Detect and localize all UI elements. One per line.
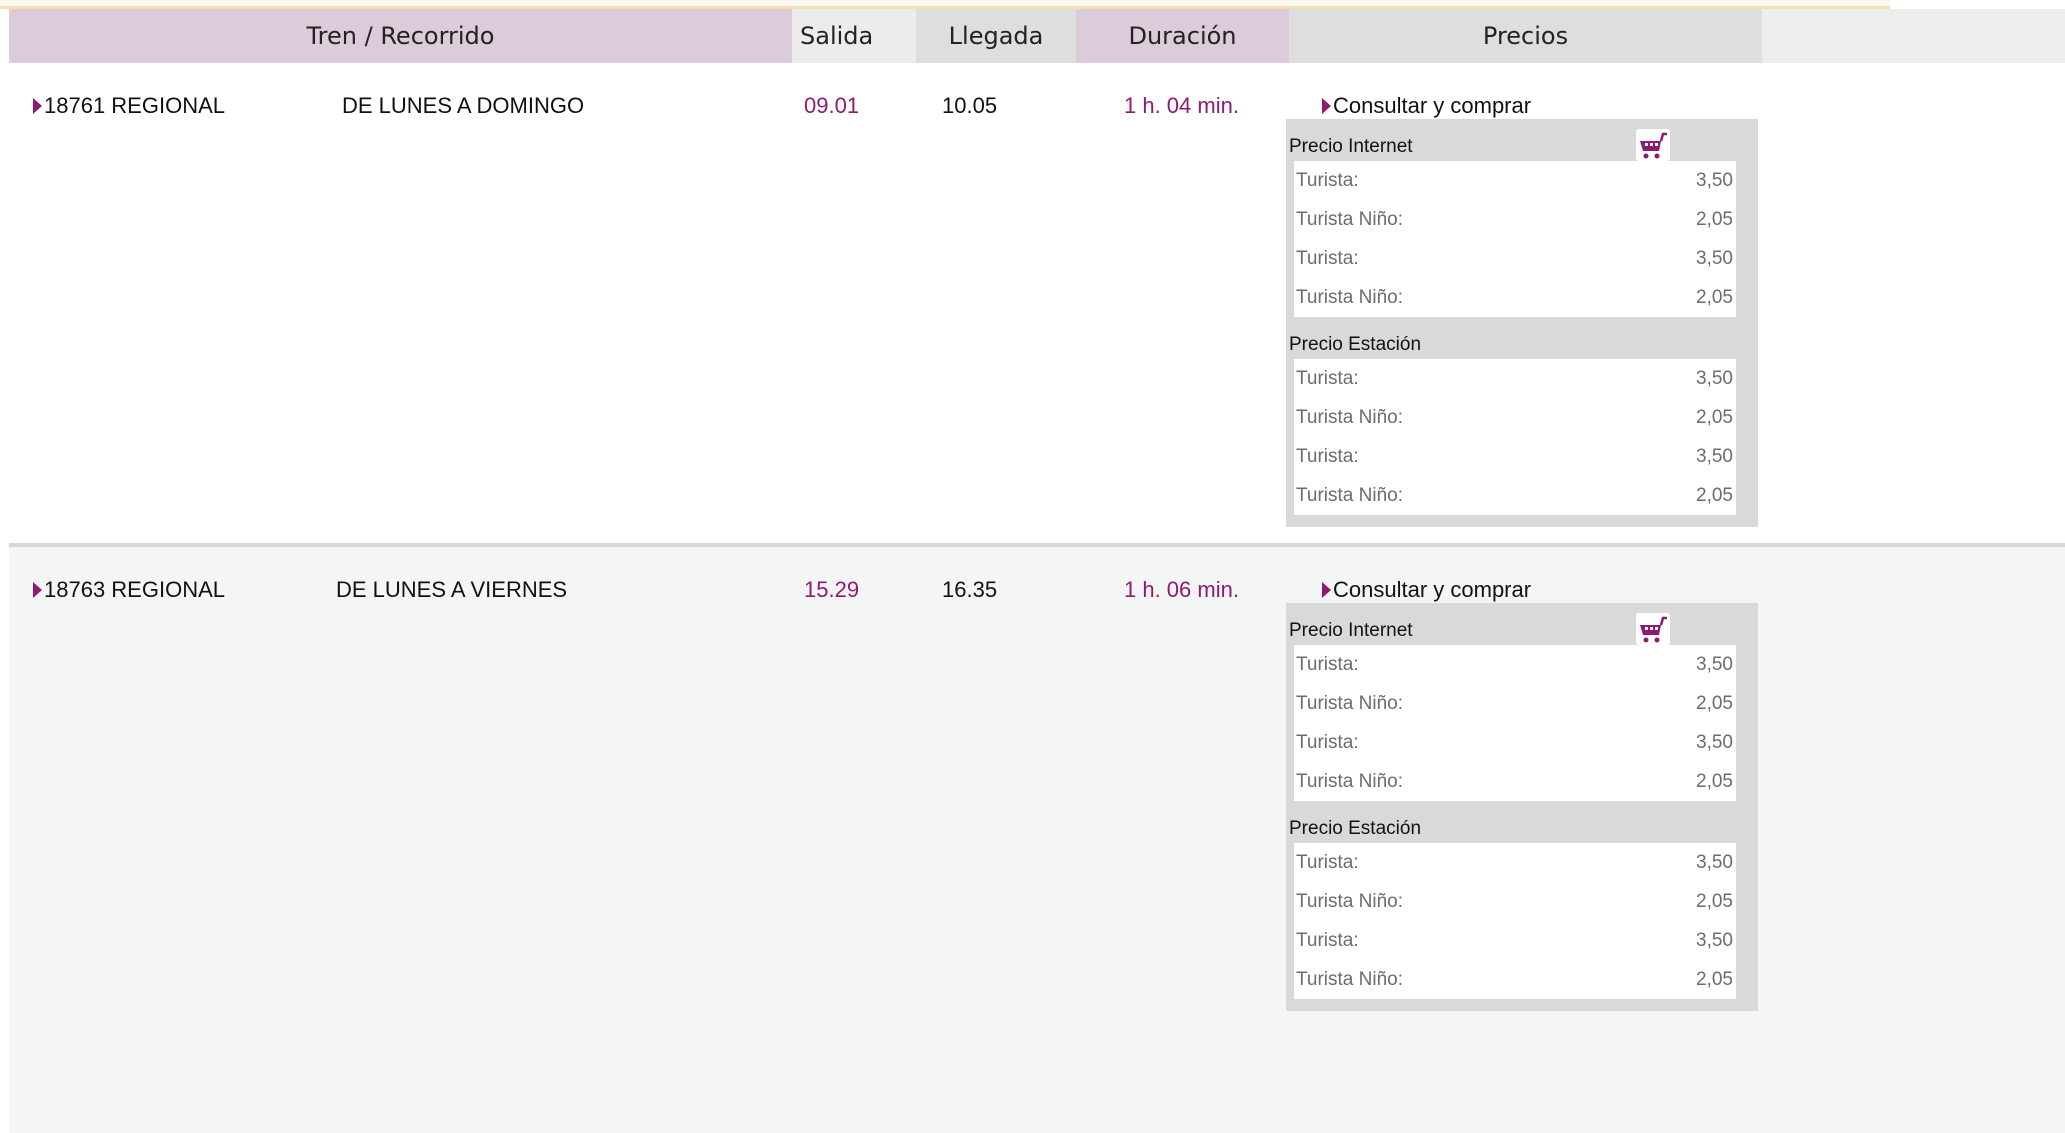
price-row: Turista Niño: 2,05 [1296,890,1733,912]
price-row: Turista: 3,50 [1296,929,1733,951]
arrival-time: 10.05 [942,93,998,118]
price-row: Turista: 3,50 [1296,247,1733,269]
price-row: Turista Niño: 2,05 [1296,692,1733,714]
buy-link[interactable]: Consultar y comprar [1322,577,1531,603]
price-panel: Precio Internet Turista: 3,50 Turista Niñ… [1286,119,1758,527]
train-row: 18763 REGIONAL DE LUNES A VIERNES 15.29 … [9,547,2065,1133]
internet-price-table: Turista: 3,50 Turista Niño: 2,05 Turista: 3… [1294,645,1736,801]
price-row: Turista Niño: 2,05 [1296,286,1733,308]
buy-link[interactable]: Consultar y comprar [1322,93,1531,119]
header-precios: Precios [1289,9,1762,63]
price-row: Turista: 3,50 [1296,851,1733,873]
station-price-title: Precio Estación [1289,818,1422,839]
departure-time: 09.01 [804,93,860,118]
shopping-cart-icon[interactable] [1636,129,1670,161]
price-row: Turista Niño: 2,05 [1296,208,1733,230]
price-row: Turista: 3,50 [1296,731,1733,753]
price-row: Turista: 3,50 [1296,169,1733,191]
price-row: Turista Niño: 2,05 [1296,770,1733,792]
triangle-right-icon [33,582,42,598]
price-row: Turista Niño: 2,05 [1296,484,1733,506]
station-price-title: Precio Estación [1289,334,1422,355]
internet-price-table: Turista: 3,50 Turista Niño: 2,05 Turista: 3… [1294,161,1736,317]
header-spacer [1762,9,2065,63]
header-salida: Salida [792,9,916,63]
header-duracion: Duración [1076,9,1289,63]
shopping-cart-icon[interactable] [1636,613,1670,645]
station-price-table: Turista: 3,50 Turista Niño: 2,05 Turista: 3… [1294,843,1736,999]
price-row: Turista Niño: 2,05 [1296,406,1733,428]
trip-duration: 1 h. 06 min. [1124,577,1239,602]
train-number[interactable]: 18761 REGIONAL [33,93,225,119]
arrival-time: 16.35 [942,577,998,602]
internet-price-title: Precio Internet [1286,603,1737,645]
header-llegada: Llegada [916,9,1076,63]
trip-duration: 1 h. 04 min. [1124,93,1239,118]
internet-price-title: Precio Internet [1286,119,1737,161]
timetable-results: Tren / Recorrido Salida Llegada Duración… [9,9,2065,1133]
price-row: Turista: 3,50 [1296,653,1733,675]
train-days: DE LUNES A VIERNES [336,577,568,602]
departure-time: 15.29 [804,577,860,602]
header-tren-recorrido: Tren / Recorrido [9,9,792,63]
train-row: 18761 REGIONAL DE LUNES A DOMINGO 09.01 … [9,63,2065,543]
top-notice-strip [0,0,1890,9]
price-row: Turista Niño: 2,05 [1296,968,1733,990]
price-row: Turista: 3,50 [1296,445,1733,467]
train-number[interactable]: 18763 REGIONAL [33,577,225,603]
triangle-right-icon [33,98,42,114]
train-days: DE LUNES A DOMINGO [342,93,585,118]
triangle-right-icon [1322,98,1331,114]
price-panel: Precio Internet Turista: 3,50 Turista Niñ… [1286,603,1758,1011]
price-row: Turista: 3,50 [1296,367,1733,389]
station-price-table: Turista: 3,50 Turista Niño: 2,05 Turista: 3… [1294,359,1736,515]
triangle-right-icon [1322,582,1331,598]
